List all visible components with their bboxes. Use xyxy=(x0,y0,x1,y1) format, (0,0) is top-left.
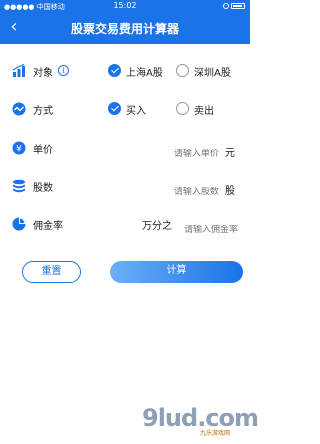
calculate-button[interactable]: 计算 xyxy=(110,261,243,283)
mode-option-sell-label: 卖出 xyxy=(194,106,214,117)
shares-input[interactable] xyxy=(158,187,219,197)
info-icon[interactable]: i xyxy=(58,65,69,76)
radio-checked-icon[interactable] xyxy=(108,64,121,77)
bar-chart-icon xyxy=(12,64,25,77)
svg-text:¥: ¥ xyxy=(16,145,22,155)
radio-unchecked-icon[interactable] xyxy=(176,102,189,115)
price-label: 单价 xyxy=(33,145,53,156)
status-time: 15:02 xyxy=(113,1,137,10)
price-row: ¥ 单价 元 xyxy=(0,132,250,164)
commission-prefix: 万分之 xyxy=(142,221,172,232)
trend-line-icon xyxy=(12,102,26,116)
shares-row: 股数 股 xyxy=(0,170,250,202)
price-input-area: 元 xyxy=(158,141,235,160)
target-row: 对象 i 上海A股 深圳A股 xyxy=(0,55,250,87)
nav-bar: ‹ 股票交易费用计算器 xyxy=(0,12,250,44)
battery-icon xyxy=(231,3,245,9)
price-unit: 元 xyxy=(225,148,235,159)
shares-unit: 股 xyxy=(225,186,235,197)
mode-row: 方式 买入 卖出 xyxy=(0,93,250,125)
watermark-logo: 9lud.com 九乐游戏网 xyxy=(140,404,259,440)
mode-label: 方式 xyxy=(33,106,53,117)
target-option-shenzhen-label: 深圳A股 xyxy=(194,68,231,79)
mode-option-buy-label: 买入 xyxy=(126,106,146,117)
radio-checked-icon[interactable] xyxy=(108,102,121,115)
commission-row: 佣金率 万分之 xyxy=(0,208,250,240)
page-title: 股票交易费用计算器 xyxy=(70,22,179,36)
target-option-shanghai-label: 上海A股 xyxy=(126,68,163,79)
rotation-lock-icon xyxy=(223,3,229,9)
stack-icon xyxy=(13,179,25,193)
shares-input-area: 股 xyxy=(158,179,235,198)
commission-input-area xyxy=(174,217,238,236)
commission-label: 佣金率 xyxy=(33,221,63,232)
yen-icon: ¥ xyxy=(12,141,26,155)
reset-button[interactable]: 重置 xyxy=(22,261,81,283)
radio-unchecked-icon[interactable] xyxy=(176,64,189,77)
shares-label: 股数 xyxy=(33,183,53,194)
watermark-subtext: 九乐游戏网 xyxy=(200,430,231,437)
commission-input[interactable] xyxy=(174,225,238,235)
pie-chart-icon xyxy=(12,217,26,231)
target-label: 对象 xyxy=(33,68,53,79)
price-input[interactable] xyxy=(158,149,219,159)
status-bar: ●●●●● 中国移动 15:02 xyxy=(0,0,250,12)
